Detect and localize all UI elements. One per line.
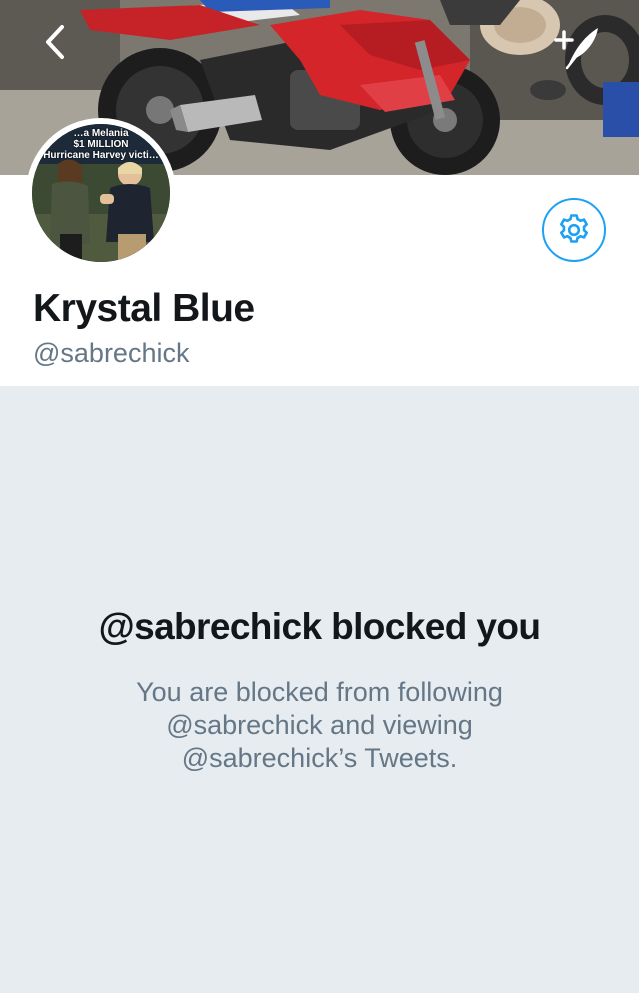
compose-tweet-icon xyxy=(554,28,598,70)
display-name: Krystal Blue xyxy=(33,287,255,330)
avatar-caption-line-1: …a Melania xyxy=(73,128,129,139)
settings-button[interactable] xyxy=(542,198,606,262)
blocked-notice: @sabrechick blocked you You are blocked … xyxy=(0,386,639,993)
profile-screen: Krystal Blue @sabrechick …a Melania $1 M… xyxy=(0,0,639,993)
back-button[interactable] xyxy=(40,22,86,68)
avatar-photo: …a Melania $1 MILLION Hurricane Harvey v… xyxy=(32,124,170,262)
chevron-left-icon xyxy=(46,25,64,59)
avatar[interactable]: …a Melania $1 MILLION Hurricane Harvey v… xyxy=(26,118,176,268)
gear-icon xyxy=(560,214,588,243)
blocked-description: You are blocked from following @sabrechi… xyxy=(136,677,503,773)
user-handle: @sabrechick xyxy=(33,338,190,368)
avatar-caption-line-2: $1 MILLION xyxy=(73,139,129,150)
blocked-title: @sabrechick blocked you xyxy=(98,606,541,647)
avatar-caption-line-3: Hurricane Harvey victi… xyxy=(43,150,159,161)
compose-tweet-button[interactable] xyxy=(548,22,604,72)
